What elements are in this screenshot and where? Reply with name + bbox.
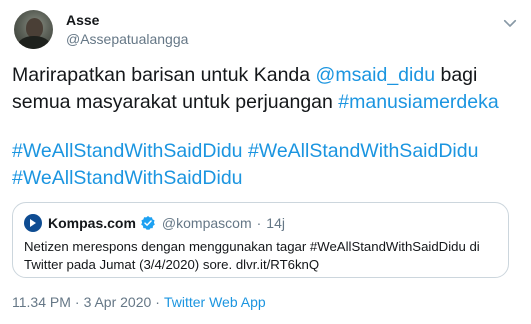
quoted-tweet-text: Netizen merespons dengan menggunakan tag… — [24, 239, 480, 272]
avatar[interactable] — [14, 10, 53, 49]
quoted-tweet[interactable]: Kompas.com @kompascom · 14j Netizen mere… — [12, 202, 509, 278]
tweet-footer: 11.34 PM · 3 Apr 2020 · Twitter Web App — [12, 294, 266, 310]
chevron-down-icon[interactable] — [501, 14, 519, 32]
quoted-separator: · — [256, 215, 262, 231]
quoted-user-handle: @kompascom — [161, 215, 252, 231]
tweet-text: Marirapatkan barisan untuk Kanda @msaid_… — [12, 62, 512, 192]
mention-link[interactable]: @msaid_didu — [316, 64, 436, 86]
hashtag-link[interactable]: #WeAllStandWithSaidDidu — [248, 140, 479, 162]
tweet-text-part: Marirapatkan barisan untuk Kanda — [12, 64, 316, 86]
verified-badge-icon — [141, 216, 155, 230]
quoted-time: 14j — [266, 215, 285, 231]
user-name[interactable]: Asse — [66, 12, 99, 28]
tweet-date[interactable]: 3 Apr 2020 — [84, 294, 152, 310]
source-app-link[interactable]: Twitter Web App — [164, 294, 266, 310]
footer-separator: · — [155, 294, 160, 310]
quoted-user-name: Kompas.com — [48, 215, 136, 231]
hashtag-link[interactable]: #WeAllStandWithSaidDidu — [12, 140, 243, 162]
hashtag-link[interactable]: #manusiamerdeka — [338, 91, 498, 113]
hashtag-link[interactable]: #WeAllStandWithSaidDidu — [12, 167, 243, 189]
avatar-body — [18, 36, 50, 49]
tweet-paragraph: #WeAllStandWithSaidDidu #WeAllStandWithS… — [12, 138, 512, 192]
footer-separator: · — [74, 294, 80, 310]
avatar-face — [26, 18, 43, 38]
user-handle[interactable]: @Assepatualangga — [66, 31, 188, 47]
kompas-logo-icon — [24, 214, 42, 232]
tweet-paragraph: Marirapatkan barisan untuk Kanda @msaid_… — [12, 62, 512, 116]
tweet-time[interactable]: 11.34 PM — [12, 294, 71, 310]
quoted-tweet-header: Kompas.com @kompascom · 14j — [24, 214, 285, 232]
